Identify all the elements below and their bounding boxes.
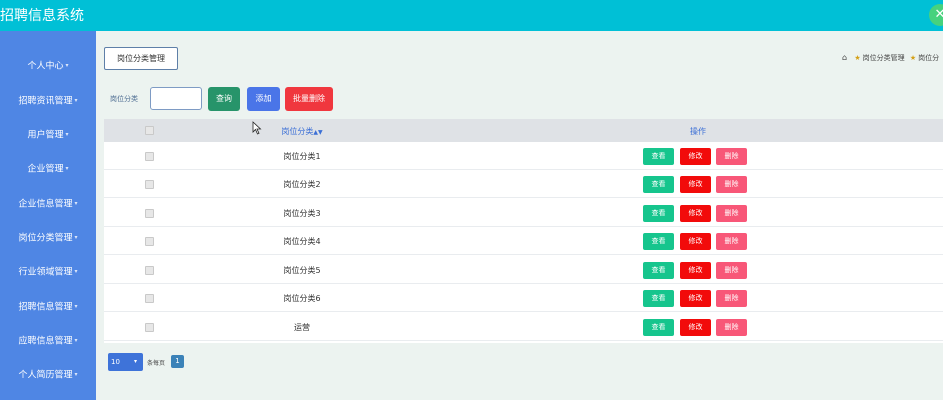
sidebar-item-industry[interactable]: 行业领域管理 ▾ — [0, 259, 96, 285]
star-icon: ★ — [854, 54, 861, 62]
sidebar-item-application-info[interactable]: 应聘信息管理 ▾ — [0, 328, 96, 354]
chevron-down-icon: ▾ — [74, 371, 78, 378]
table-row: 岗位分类6 查看 修改 删除 — [104, 284, 943, 312]
table-row: 岗位分类1 查看 修改 删除 — [104, 142, 943, 170]
breadcrumb: ⌂ ★ 岗位分类管理 ★ 岗位分 — [842, 53, 939, 63]
chevron-down-icon: ▾ — [74, 97, 78, 104]
view-button[interactable]: 查看 — [643, 319, 674, 336]
table-row: 运营 查看 修改 删除 — [104, 313, 943, 341]
main-content: 岗位分类管理 ⌂ ★ 岗位分类管理 ★ 岗位分 岗位分类 查询 添加 批量删除 岗位… — [96, 31, 943, 400]
category-name: 运营 — [294, 323, 310, 332]
page-size-select[interactable]: 10 ▾ — [108, 353, 143, 371]
table-row: 岗位分类5 查看 修改 删除 — [104, 256, 943, 284]
search-label: 岗位分类 — [110, 95, 138, 103]
chevron-down-icon: ▾ — [134, 358, 138, 365]
delete-button[interactable]: 删除 — [716, 233, 747, 250]
chevron-down-icon: ▾ — [65, 131, 69, 138]
top-bar: 招聘信息系统 ✕ — [0, 0, 943, 31]
breadcrumb-item[interactable]: 岗位分 — [918, 54, 939, 62]
sidebar-item-recruit-news[interactable]: 招聘资讯管理 ▾ — [0, 88, 96, 114]
view-button[interactable]: 查看 — [643, 148, 674, 165]
sidebar-item-personal-center[interactable]: 个人中心 ▾ — [0, 53, 96, 79]
view-button[interactable]: 查看 — [643, 262, 674, 279]
delete-button[interactable]: 删除 — [716, 319, 747, 336]
sort-icon: ▲▼ — [313, 129, 323, 136]
category-name: 岗位分类1 — [283, 152, 321, 161]
chevron-down-icon: ▾ — [74, 337, 78, 344]
view-button[interactable]: 查看 — [643, 233, 674, 250]
row-checkbox[interactable] — [145, 266, 154, 275]
sidebar-item-recruit-info[interactable]: 招聘信息管理 ▾ — [0, 294, 96, 320]
edit-button[interactable]: 修改 — [680, 148, 711, 165]
table-header: 岗位分类▲▼ 操作 — [104, 119, 943, 142]
delete-button[interactable]: 删除 — [716, 148, 747, 165]
home-icon[interactable]: ⌂ — [842, 53, 847, 62]
chevron-down-icon: ▾ — [74, 303, 78, 310]
chevron-down-icon: ▾ — [65, 165, 69, 172]
query-button[interactable]: 查询 — [208, 87, 240, 111]
page-number-button[interactable]: 1 — [171, 355, 184, 368]
category-name: 岗位分类6 — [283, 294, 321, 303]
row-checkbox[interactable] — [145, 323, 154, 332]
edit-button[interactable]: 修改 — [680, 233, 711, 250]
sidebar-item-resume[interactable]: 个人简历管理 ▾ — [0, 362, 96, 388]
data-table: 岗位分类▲▼ 操作 岗位分类1 查看 修改 删除 岗位分类2 查看 修改 删除 … — [104, 119, 943, 343]
chevron-down-icon: ▾ — [74, 200, 78, 207]
column-header-actions: 操作 — [690, 127, 706, 136]
row-checkbox[interactable] — [145, 294, 154, 303]
category-name: 岗位分类5 — [283, 266, 321, 275]
table-row: 岗位分类4 查看 修改 删除 — [104, 227, 943, 255]
sidebar-item-users[interactable]: 用户管理 ▾ — [0, 122, 96, 148]
per-page-label: 条每页 — [147, 360, 166, 367]
view-button[interactable]: 查看 — [643, 290, 674, 307]
search-input[interactable] — [150, 87, 202, 110]
edit-button[interactable]: 修改 — [680, 205, 711, 222]
row-checkbox[interactable] — [145, 180, 154, 189]
category-name: 岗位分类4 — [283, 237, 321, 246]
add-button[interactable]: 添加 — [247, 87, 280, 111]
table-row: 岗位分类3 查看 修改 删除 — [104, 199, 943, 227]
sidebar-item-companies[interactable]: 企业管理 ▾ — [0, 156, 96, 182]
sidebar-item-company-info[interactable]: 企业信息管理 ▾ — [0, 191, 96, 217]
view-button[interactable]: 查看 — [643, 205, 674, 222]
close-icon[interactable]: ✕ — [929, 4, 943, 26]
page-title: 岗位分类管理 — [104, 47, 178, 70]
edit-button[interactable]: 修改 — [680, 176, 711, 193]
mouse-cursor-icon — [252, 121, 262, 135]
delete-button[interactable]: 删除 — [716, 262, 747, 279]
column-header-category[interactable]: 岗位分类▲▼ — [264, 126, 340, 137]
app-title: 招聘信息系统 — [0, 8, 84, 24]
chevron-down-icon: ▾ — [74, 268, 78, 275]
row-checkbox[interactable] — [145, 152, 154, 161]
edit-button[interactable]: 修改 — [680, 319, 711, 336]
delete-button[interactable]: 删除 — [716, 290, 747, 307]
row-checkbox[interactable] — [145, 209, 154, 218]
bulk-delete-button[interactable]: 批量删除 — [285, 87, 333, 111]
delete-button[interactable]: 删除 — [716, 176, 747, 193]
category-name: 岗位分类3 — [283, 209, 321, 218]
sidebar-item-job-category[interactable]: 岗位分类管理 ▾ — [0, 225, 96, 251]
view-button[interactable]: 查看 — [643, 176, 674, 193]
chevron-down-icon: ▾ — [65, 62, 69, 69]
star-icon: ★ — [909, 54, 917, 62]
breadcrumb-item[interactable]: 岗位分类管理 — [863, 54, 905, 62]
table-row: 岗位分类2 查看 修改 删除 — [104, 170, 943, 198]
select-all-checkbox[interactable] — [145, 126, 154, 135]
edit-button[interactable]: 修改 — [680, 290, 711, 307]
edit-button[interactable]: 修改 — [680, 262, 711, 279]
row-checkbox[interactable] — [145, 237, 154, 246]
category-name: 岗位分类2 — [283, 180, 321, 189]
sidebar: 个人中心 ▾ 招聘资讯管理 ▾ 用户管理 ▾ 企业管理 ▾ 企业信息管理 ▾ 岗位分类管理… — [0, 31, 96, 400]
chevron-down-icon: ▾ — [74, 234, 78, 241]
delete-button[interactable]: 删除 — [716, 205, 747, 222]
